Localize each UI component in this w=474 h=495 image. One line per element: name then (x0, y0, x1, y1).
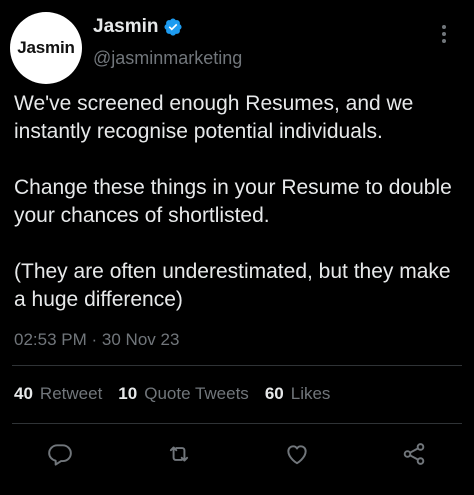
tweet-paragraph: We've screened enough Resumes, and we in… (14, 92, 414, 143)
tweet-time: 02:53 PM (14, 330, 87, 349)
tweet-date: 30 Nov 23 (101, 330, 180, 349)
retweets-label: Retweet (39, 384, 103, 403)
tweet-paragraph: Change these things in your Resume to do… (14, 176, 452, 227)
heart-icon (287, 445, 307, 465)
likes-count: 60 (264, 384, 284, 403)
author-name-row[interactable]: Jasmin (93, 15, 183, 39)
avatar-logo-text: Jasmin (17, 38, 75, 57)
meta-separator: · (91, 330, 98, 349)
retweets-stat[interactable]: 40 Retweet (14, 384, 102, 404)
quote-tweets-count: 10 (118, 384, 138, 403)
display-name[interactable]: Jasmin (93, 16, 158, 38)
share-button[interactable] (400, 440, 428, 468)
reply-button[interactable] (46, 440, 74, 468)
avatar[interactable]: Jasmin (10, 12, 82, 84)
tweet-stats: 40 Retweet 10 Quote Tweets 60 Likes (14, 384, 346, 404)
author-handle[interactable]: @jasminmarketing (93, 48, 242, 69)
like-button[interactable] (283, 440, 311, 468)
retweet-button[interactable] (165, 440, 193, 468)
likes-label: Likes (290, 384, 331, 403)
tweet-timestamp[interactable]: 02:53 PM · 30 Nov 23 (14, 330, 179, 350)
divider (12, 365, 462, 366)
tweet-paragraph: (They are often underestimated, but they… (14, 260, 451, 311)
quote-tweets-stat[interactable]: 10 Quote Tweets (118, 384, 249, 404)
verified-badge-icon (164, 18, 183, 36)
likes-stat[interactable]: 60 Likes (265, 384, 331, 404)
divider (12, 423, 462, 424)
quote-tweets-label: Quote Tweets (144, 384, 249, 403)
tweet-text: We've screened enough Resumes, and we in… (14, 90, 464, 314)
retweet-icon (169, 446, 189, 462)
reply-icon (48, 444, 72, 466)
tweet-detail: Jasmin Jasmin @jasminmarketing We've scr… (0, 0, 474, 495)
share-icon (403, 443, 425, 465)
retweets-count: 40 (14, 384, 33, 403)
action-bar (0, 440, 474, 470)
more-vertical-icon[interactable] (436, 22, 452, 46)
